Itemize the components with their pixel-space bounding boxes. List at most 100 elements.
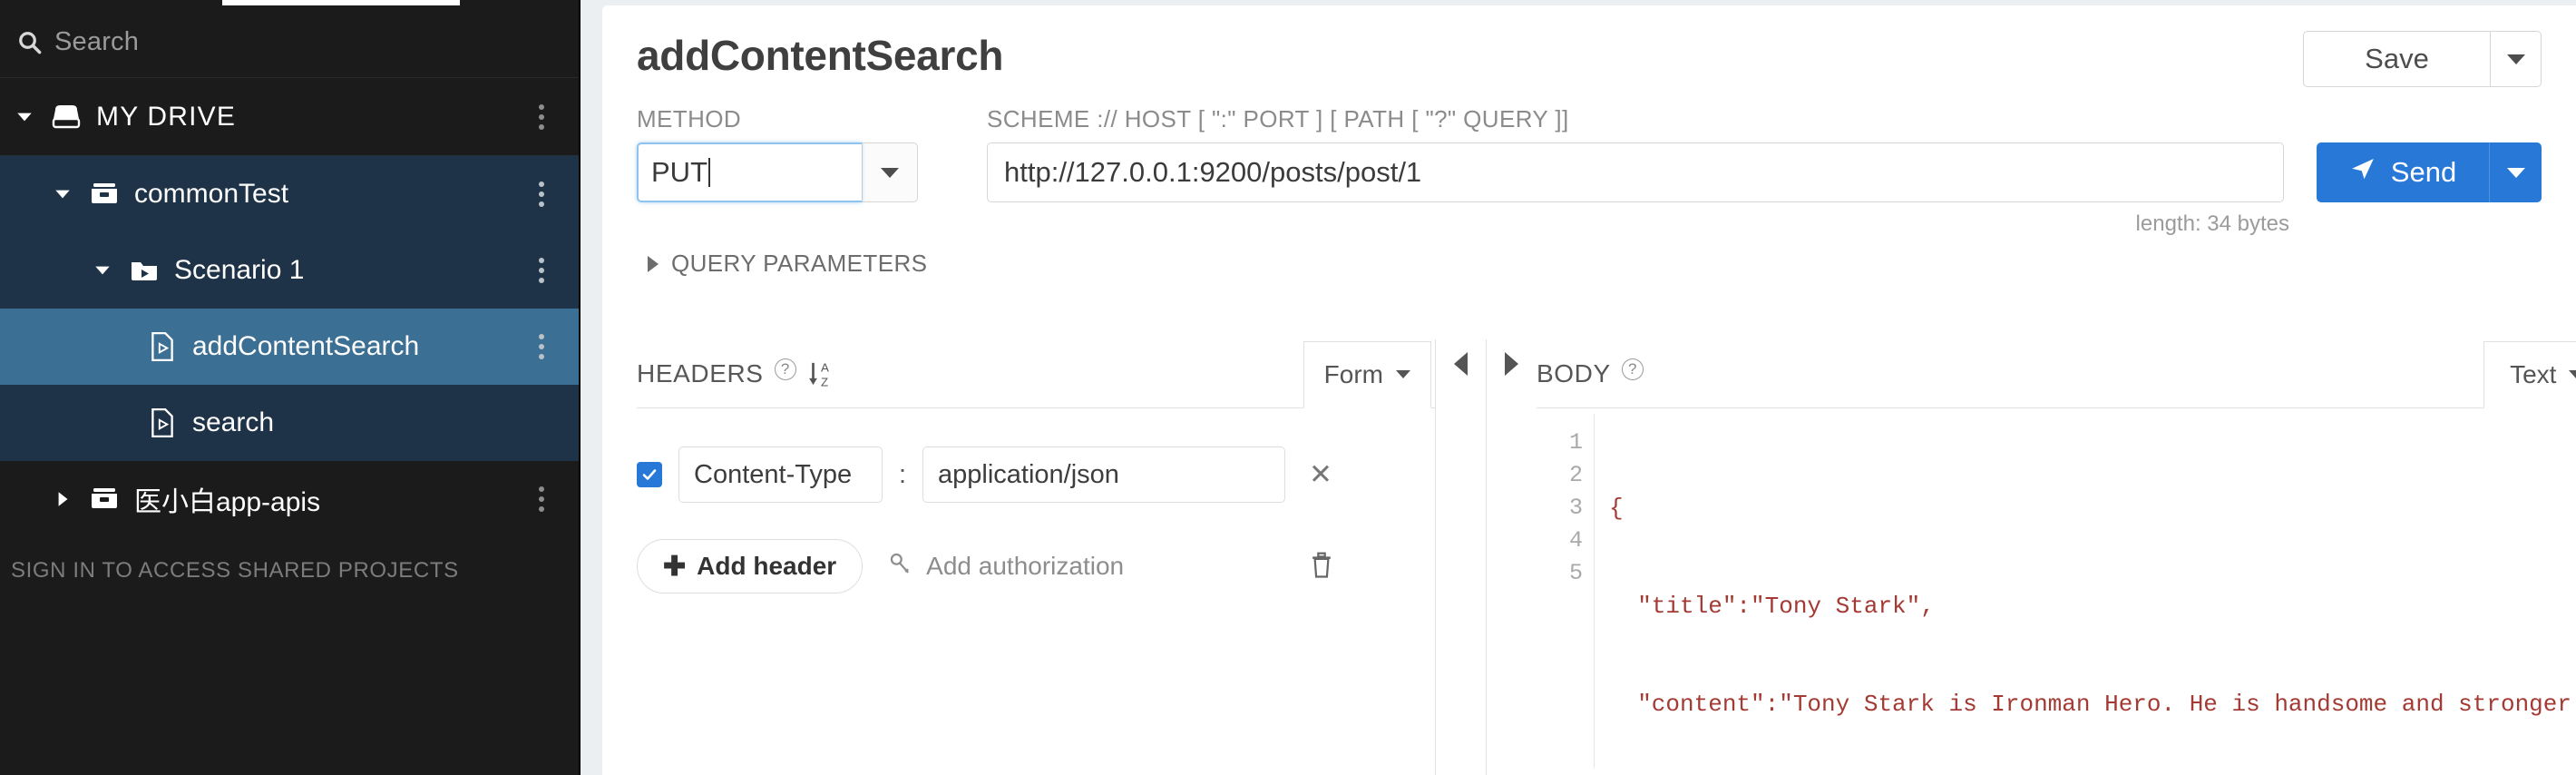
add-authorization-label: Add authorization: [926, 552, 1125, 580]
panels: HEADERS ? A Z Form Content-Type: applic…: [637, 339, 2576, 775]
send-split-button[interactable]: Send: [2317, 142, 2542, 202]
header-value-text: application/json: [938, 459, 1119, 489]
request-line: METHOD PUT SCHEME :// HOST [ ":" PORT ] …: [637, 105, 2542, 202]
send-label: Send: [2390, 156, 2457, 188]
item-more-options-icon[interactable]: [537, 258, 546, 283]
triangle-left-icon[interactable]: [1454, 352, 1468, 376]
search-input[interactable]: Search: [54, 27, 139, 57]
save-dropdown-button[interactable]: [2490, 32, 2541, 86]
line-number: 3: [1568, 495, 1583, 521]
headers-mode-value: Form: [1323, 359, 1383, 388]
tree-item-commontest[interactable]: commonTest: [0, 156, 579, 232]
url-input[interactable]: http://127.0.0.1:9200/posts/post/1: [987, 142, 2284, 202]
close-icon[interactable]: ✕: [1309, 458, 1332, 491]
sidebar-search-row[interactable]: Search: [0, 7, 579, 78]
headers-panel: HEADERS ? A Z Form Content-Type: applic…: [637, 339, 1435, 775]
request-length-row: length: 34 bytes: [637, 211, 2542, 237]
plus-icon: ✚: [663, 551, 687, 582]
question-mark-icon[interactable]: ?: [1621, 358, 1644, 380]
send-button[interactable]: Send: [2317, 142, 2489, 202]
tree-item-label: 医小白app-apis: [134, 487, 321, 517]
project-tree: MY DRIVE commonTest Scenario 1 addConten…: [0, 78, 579, 690]
save-button[interactable]: Save: [2304, 32, 2490, 86]
paper-plane-icon: [2349, 155, 2376, 190]
url-field-group: SCHEME :// HOST [ ":" PORT ] [ PATH [ "?…: [987, 105, 2284, 202]
scenario-folder-icon: [127, 253, 161, 288]
query-parameters-toggle[interactable]: QUERY PARAMETERS: [637, 250, 2542, 278]
drive-more-options-icon[interactable]: [537, 103, 546, 130]
sidebar-top-strip: [0, 0, 579, 7]
headers-actions: ✚ Add header Add authorization: [637, 539, 1435, 594]
collection-icon: [87, 177, 122, 211]
drive-icon: [49, 100, 83, 134]
code-line: "title":"Tony Stark",: [1609, 593, 1935, 620]
chevron-down-icon[interactable]: [51, 182, 74, 206]
tree-item-my-drive[interactable]: MY DRIVE: [0, 78, 579, 156]
request-file-icon: [145, 406, 180, 440]
tree-item-search[interactable]: search: [0, 385, 579, 461]
code-line: "content":"Tony Stark is Ironman Hero. H…: [1609, 691, 2576, 718]
collection-icon: [87, 482, 122, 516]
send-dropdown-button[interactable]: [2489, 142, 2542, 202]
chevron-down-icon: [2506, 54, 2525, 64]
add-header-button[interactable]: ✚ Add header: [637, 539, 864, 594]
chevron-down-icon: [2506, 167, 2525, 178]
body-title: BODY: [1537, 358, 1611, 388]
header-key-value: Content-Type: [694, 459, 853, 489]
tree-item-scenario-1[interactable]: Scenario 1: [0, 232, 579, 309]
title-row: addContentSearch Save: [637, 5, 2542, 87]
tree-item-addcontentsearch[interactable]: addContentSearch: [0, 309, 579, 385]
chevron-down-icon[interactable]: [13, 105, 36, 129]
headers-title: HEADERS: [637, 358, 764, 388]
item-more-options-icon[interactable]: [537, 334, 546, 359]
body-code-editor[interactable]: 1 2 3 4 5 { "title":"Tony Stark", "conte…: [1537, 414, 2576, 768]
key-icon: [888, 551, 913, 583]
headers-collapse-gutter[interactable]: [1435, 339, 1486, 775]
chevron-down-icon: [1396, 370, 1410, 378]
sign-in-shared-projects[interactable]: SIGN IN TO ACCESS SHARED PROJECTS: [0, 537, 579, 604]
body-panel-header-left: BODY ?: [1537, 358, 1644, 389]
question-mark-icon[interactable]: ?: [774, 358, 796, 380]
sidebar-filler: [0, 690, 579, 775]
method-split-control[interactable]: PUT: [637, 142, 918, 202]
svg-text:A: A: [821, 360, 829, 374]
trash-icon[interactable]: [1308, 550, 1335, 584]
line-number: 2: [1568, 462, 1583, 488]
headers-mode-select[interactable]: Form: [1303, 340, 1431, 408]
tree-item-label: search: [192, 407, 275, 437]
body-expand-gutter[interactable]: [1486, 339, 1537, 775]
add-header-label: Add header: [697, 552, 837, 580]
table-row: Content-Type : application/json ✕: [637, 446, 1435, 503]
chevron-down-icon[interactable]: [91, 259, 114, 282]
text-cursor: [708, 158, 710, 187]
search-icon: [15, 27, 45, 58]
method-field-group: METHOD PUT: [637, 105, 918, 202]
active-tab-indicator: [222, 0, 460, 5]
tree-item-label: commonTest: [134, 179, 289, 209]
sort-alpha-icon[interactable]: A Z: [807, 358, 834, 389]
add-authorization-button[interactable]: Add authorization: [888, 551, 1124, 583]
url-label: SCHEME :// HOST [ ":" PORT ] [ PATH [ "?…: [987, 105, 1569, 132]
item-more-options-icon[interactable]: [537, 486, 546, 512]
code-line-numbers: 1 2 3 4 5: [1537, 414, 1595, 768]
code-content[interactable]: { "title":"Tony Stark", "content":"Tony …: [1595, 414, 2576, 768]
header-key-input[interactable]: Content-Type: [678, 446, 883, 503]
headers-panel-header: HEADERS ? A Z Form: [637, 339, 1435, 408]
save-split-button[interactable]: Save: [2303, 31, 2542, 87]
chevron-right-icon[interactable]: [51, 487, 74, 511]
svg-text:Z: Z: [821, 375, 828, 388]
sidebar: Search MY DRIVE commonTest Scenario 1 ad…: [0, 0, 581, 775]
body-format-select[interactable]: Text: [2483, 340, 2576, 408]
chevron-down-icon: [2569, 370, 2576, 378]
method-input[interactable]: PUT: [637, 142, 862, 202]
item-more-options-icon[interactable]: [537, 181, 546, 207]
triangle-right-icon[interactable]: [1505, 352, 1518, 376]
page-title: addContentSearch: [637, 32, 1004, 79]
tree-item-yixiaobai-app-apis[interactable]: 医小白app-apis: [0, 461, 579, 537]
header-value-input[interactable]: application/json: [922, 446, 1285, 503]
code-line: {: [1609, 495, 1624, 522]
method-dropdown-button[interactable]: [862, 142, 918, 202]
header-enabled-checkbox[interactable]: [637, 462, 662, 487]
tree-item-label: MY DRIVE: [96, 101, 237, 132]
headers-panel-header-left: HEADERS ? A Z: [637, 358, 834, 389]
